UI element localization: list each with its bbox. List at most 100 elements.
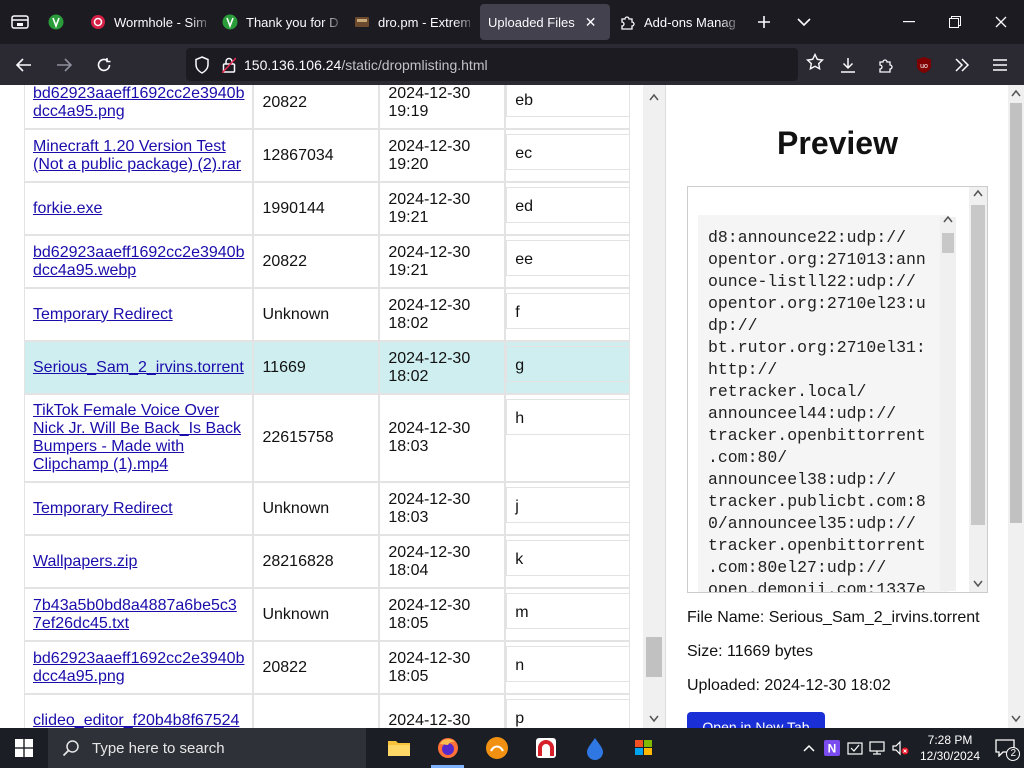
open-in-new-tab-button[interactable]: Open in New Tab (687, 712, 825, 728)
file-link[interactable]: clideo_editor_f20b4b8f67524 (33, 712, 244, 729)
close-tab-icon[interactable]: ✕ (585, 14, 597, 31)
firefox-view-button[interactable] (0, 0, 40, 44)
file-size-cell: 12867034 (253, 129, 380, 182)
scroll-up-arrow[interactable] (943, 215, 953, 226)
file-row[interactable]: Minecraft 1.20 Version Test (Not a publi… (24, 129, 630, 182)
file-row[interactable]: forkie.exe 1990144 2024-12-30 19:21 ed (24, 182, 630, 235)
forward-button[interactable] (46, 49, 82, 81)
file-link[interactable]: TikTok Female Voice Over Nick Jr. Will B… (33, 402, 244, 474)
file-row[interactable]: clideo_editor_f20b4b8f67524 2024-12-30 p (24, 694, 630, 728)
new-tab-button[interactable] (744, 0, 784, 44)
file-link[interactable]: forkie.exe (33, 200, 244, 218)
orange-app-icon (485, 737, 508, 759)
file-key-cell: ec (505, 129, 630, 182)
file-link[interactable]: bd62923aaeff1692cc2e3940b dcc4a95.png (33, 85, 244, 121)
notification-center-button[interactable]: 2 (986, 739, 1024, 761)
preview-frame-scrollbar[interactable] (969, 187, 987, 592)
tray-n-app[interactable]: N (820, 740, 844, 756)
reload-button[interactable] (86, 49, 122, 81)
shield-icon[interactable] (194, 55, 210, 74)
preview-content-scroll-thumb[interactable] (942, 233, 954, 253)
scroll-down-arrow[interactable] (973, 580, 983, 591)
taskbar-sublime-app[interactable] (472, 728, 521, 768)
browser-tab[interactable]: Add-ons Manag (612, 4, 744, 40)
browser-tab[interactable]: Thank you for Do (214, 4, 346, 40)
scroll-up-arrow[interactable] (973, 189, 983, 200)
downloads-button[interactable] (830, 49, 866, 81)
file-link[interactable]: Temporary Redirect (33, 306, 244, 324)
system-tray: N 7:28 PM 12/30/2024 2 (798, 728, 1024, 768)
close-window-button[interactable] (978, 0, 1024, 44)
file-key-cell: ee (505, 235, 630, 288)
file-row[interactable]: bd62923aaeff1692cc2e3940b dcc4a95.png 208… (24, 85, 630, 129)
scroll-down-arrow[interactable] (1011, 715, 1021, 726)
insecure-lock-icon[interactable] (222, 56, 236, 73)
start-button[interactable] (0, 728, 48, 768)
windows-logo-icon (15, 739, 33, 757)
file-row[interactable]: bd62923aaeff1692cc2e3940b dcc4a95.png 208… (24, 641, 630, 694)
file-row[interactable]: Serious_Sam_2_irvins.torrent 11669 2024-12… (24, 341, 630, 394)
tray-network-icon[interactable] (866, 740, 888, 756)
taskbar-blue-app[interactable] (570, 728, 619, 768)
preview-content-scrollbar[interactable] (940, 215, 956, 591)
url-text[interactable]: 150.136.106.24/static/dropmlisting.html (244, 57, 488, 73)
page-scroll-thumb[interactable] (1010, 103, 1022, 523)
file-link[interactable]: 7b43a5b0bd8a4887a6be5c3 7ef26dc45.txt (33, 597, 244, 633)
file-key-cell: ed (505, 182, 630, 235)
taskbar-windows-app[interactable] (619, 728, 668, 768)
back-button[interactable] (6, 49, 42, 81)
extensions-button[interactable] (868, 49, 904, 81)
file-name-cell: bd62923aaeff1692cc2e3940b dcc4a95.png (24, 641, 254, 694)
scroll-up-arrow[interactable] (649, 93, 659, 104)
browser-tab[interactable] (40, 4, 82, 40)
more-tools-button[interactable] (944, 49, 980, 81)
browser-tab[interactable]: dro.pm - Extrem (346, 4, 478, 40)
tray-security-icon[interactable] (844, 740, 866, 756)
address-bar[interactable]: 150.136.106.24/static/dropmlisting.html (186, 48, 798, 81)
taskbar-firefox[interactable] (423, 728, 472, 768)
taskbar-clock[interactable]: 7:28 PM 12/30/2024 (914, 732, 986, 764)
taskbar-search-box[interactable]: Type here to search (48, 728, 366, 768)
file-link[interactable]: bd62923aaeff1692cc2e3940b dcc4a95.png (33, 650, 244, 686)
file-row[interactable]: TikTok Female Voice Over Nick Jr. Will B… (24, 394, 630, 482)
file-list-scroll-thumb[interactable] (646, 637, 662, 677)
svg-text:N: N (828, 742, 837, 756)
bookmark-star-button[interactable] (805, 52, 825, 76)
scroll-up-arrow[interactable] (1011, 89, 1021, 100)
app-menu-button[interactable] (982, 49, 1018, 81)
file-row[interactable]: Wallpapers.zip 28216828 2024-12-30 18:04 k (24, 535, 630, 588)
file-key-cell: n (505, 641, 630, 694)
file-key-text: eb (506, 85, 630, 117)
tray-volume-icon[interactable] (888, 740, 914, 756)
browser-tab[interactable]: Wormhole - Sim (82, 4, 214, 40)
ublock-icon: uo (917, 56, 931, 73)
browser-tab[interactable]: Uploaded Files ✕ (480, 4, 610, 40)
file-key-text: n (506, 646, 630, 682)
minimize-button[interactable] (886, 0, 932, 44)
restore-button[interactable] (932, 0, 978, 44)
file-link[interactable]: Wallpapers.zip (33, 553, 244, 571)
file-link[interactable]: Serious_Sam_2_irvins.torrent (33, 359, 244, 377)
scroll-down-arrow[interactable] (649, 715, 659, 726)
file-list-scrollbar[interactable] (643, 85, 665, 728)
file-row[interactable]: 7b43a5b0bd8a4887a6be5c3 7ef26dc45.txt Unk… (24, 588, 630, 641)
file-name-cell: clideo_editor_f20b4b8f67524 (24, 694, 254, 729)
ublock-origin-button[interactable]: uo (906, 49, 942, 81)
show-hidden-icons-button[interactable] (798, 744, 820, 752)
chevron-down-icon (797, 18, 811, 27)
file-link[interactable]: bd62923aaeff1692cc2e3940b dcc4a95.webp (33, 244, 244, 280)
taskbar-file-explorer[interactable] (374, 728, 423, 768)
file-row[interactable]: bd62923aaeff1692cc2e3940b dcc4a95.webp 20… (24, 235, 630, 288)
file-row[interactable]: Temporary Redirect Unknown 2024-12-30 18:03… (24, 482, 630, 535)
taskbar-red-app[interactable] (521, 728, 570, 768)
file-name-cell: Wallpapers.zip (24, 535, 254, 588)
file-link[interactable]: Temporary Redirect (33, 500, 244, 518)
page-scrollbar[interactable] (1008, 85, 1024, 728)
file-link[interactable]: Minecraft 1.20 Version Test (Not a publi… (33, 138, 244, 174)
file-key-text: ee (506, 240, 630, 276)
file-date-cell: 2024-12-30 (379, 694, 506, 728)
file-key-text: f (506, 293, 630, 329)
file-row[interactable]: Temporary Redirect Unknown 2024-12-30 18:02… (24, 288, 630, 341)
preview-frame-scroll-thumb[interactable] (971, 205, 985, 525)
list-all-tabs-button[interactable] (784, 0, 824, 44)
